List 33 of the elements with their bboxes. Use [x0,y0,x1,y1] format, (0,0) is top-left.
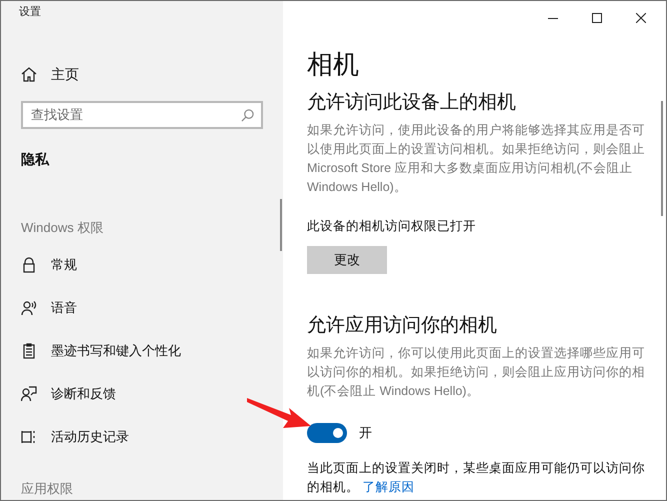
toggle-switch[interactable] [307,422,347,443]
scrollbar [280,199,282,251]
page-title: 相机 [307,49,360,79]
close-icon[interactable] [636,13,646,23]
section-heading: 允许应用访问你的相机 [307,314,498,338]
description-text: 如果允许访问，使用此设备的用户将能够选择其应用是否可以使用此页面上的设置访问相机。如果拒绝访问，则会阻止 Microsoft Store 应用和大多数桌面应用访问相机(不会阻止 Windows Hello)。 [307,122,646,196]
window-title: 设置 [18,5,42,20]
change-button[interactable]: 更改 [307,246,387,274]
home-icon [21,66,37,82]
sidebar-item[interactable]: 活动历史记录 [1,427,283,447]
section-heading: 隐私 [20,150,50,168]
person-feedback-icon [21,386,37,402]
search-icon [241,108,254,122]
person-speaking-icon [21,300,37,316]
clipboard-icon [21,343,37,359]
timeline-icon [21,429,37,445]
sidebar-item[interactable]: 墨迹书写和键入个性化 [1,341,283,361]
description-text: 如果允许访问，你可以使用此页面上的设置选择哪些应用可以访问你的相机。如果拒绝访问，则会阻止应用访问你的相机(不会阻止 Windows Hello)。 [307,344,646,400]
home-nav-item[interactable]: 主页 [1,64,283,84]
group-heading: Windows 权限 [20,218,104,236]
section-heading: 允许访问此设备上的相机 [307,91,517,115]
toggle-label: 开 [359,424,372,442]
learn-why-link[interactable]: 了解原因 [362,480,414,494]
group-heading: 应用权限 [20,481,74,497]
search-field[interactable]: 查找设置 [21,100,263,128]
status-text: 此设备的相机访问权限已打开 [307,218,477,235]
maximize-icon[interactable] [592,13,602,23]
lock-icon [21,257,37,273]
sidebar-item[interactable]: 语音 [1,298,283,318]
note-text: 当此页面上的设置关闭时，某些桌面应用可能仍可以访问你的相机。 了解原因 [307,460,646,496]
arrow-drawing [247,396,311,430]
sidebar-item[interactable]: 诊断和反馈 [1,384,283,404]
sidebar-item[interactable]: 常规 [1,255,283,275]
